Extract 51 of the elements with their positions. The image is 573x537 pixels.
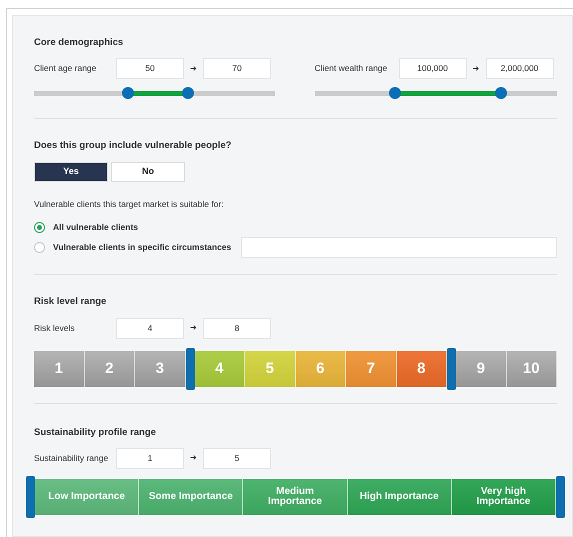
- toggle-button[interactable]: Yes: [34, 162, 108, 182]
- arrow-icon: ➜: [184, 452, 203, 464]
- number-field[interactable]: 70: [203, 58, 271, 80]
- field-label: Client age range: [34, 62, 98, 76]
- number-field[interactable]: 50: [116, 58, 184, 80]
- importance-segment[interactable]: Low Importance: [35, 478, 140, 515]
- importance-segment[interactable]: Very high Importance: [452, 478, 556, 515]
- risk-level-segment[interactable]: 2: [84, 350, 135, 386]
- number-field[interactable]: 4: [116, 318, 184, 338]
- risk-level-segment[interactable]: 1: [34, 350, 84, 386]
- slider-thumb[interactable]: [388, 87, 401, 100]
- section-title: Core demographics: [34, 36, 124, 50]
- number-field[interactable]: 1: [116, 448, 184, 469]
- range-handle[interactable]: [26, 476, 35, 518]
- field-label: Client wealth range: [314, 62, 388, 76]
- risk-level-segment[interactable]: 9: [456, 350, 506, 386]
- importance-segment[interactable]: High Importance: [348, 478, 452, 515]
- radio-button[interactable]: [34, 222, 45, 233]
- risk-level-segment[interactable]: 7: [346, 350, 396, 386]
- range-handle[interactable]: [556, 476, 566, 518]
- importance-segment[interactable]: Some Importance: [139, 478, 244, 515]
- arrow-icon: ➜: [184, 322, 203, 334]
- risk-level-segment[interactable]: 5: [245, 350, 296, 386]
- slider-thumb[interactable]: [122, 87, 134, 100]
- section-title: Risk level range: [34, 295, 108, 310]
- text-input[interactable]: [241, 236, 557, 258]
- arrow-icon: ➜: [466, 62, 486, 75]
- risk-level-segment[interactable]: 3: [135, 350, 186, 386]
- slider-thumb[interactable]: [182, 87, 194, 100]
- number-field[interactable]: 100,000: [398, 58, 466, 80]
- number-field[interactable]: 2,000,000: [486, 58, 554, 80]
- risk-level-segment[interactable]: 4: [194, 350, 245, 386]
- field-label: Risk levels: [34, 322, 76, 334]
- radio-label: Vulnerable clients in specific circumstances: [53, 240, 232, 254]
- risk-level-segment[interactable]: 10: [506, 350, 557, 386]
- field-label: Sustainability range: [34, 452, 110, 465]
- risk-level-segment[interactable]: 6: [296, 350, 346, 386]
- number-field[interactable]: 5: [203, 448, 271, 469]
- arrow-icon: ➜: [184, 62, 203, 75]
- slider-thumb[interactable]: [495, 87, 508, 100]
- radio-label: All vulnerable clients: [53, 220, 138, 234]
- risk-level-segment[interactable]: 8: [396, 350, 447, 386]
- number-field[interactable]: 8: [203, 318, 271, 338]
- section-title: Does this group include vulnerable people?: [34, 139, 232, 154]
- radio-button[interactable]: [34, 242, 45, 253]
- toggle-button[interactable]: No: [111, 162, 185, 182]
- importance-segment[interactable]: Medium Importance: [243, 478, 348, 515]
- range-handle[interactable]: [447, 348, 456, 390]
- section-title: Sustainability profile range: [34, 426, 157, 440]
- range-handle[interactable]: [186, 348, 194, 390]
- suitable-label: Vulnerable clients this target market is suitable for:: [34, 198, 225, 210]
